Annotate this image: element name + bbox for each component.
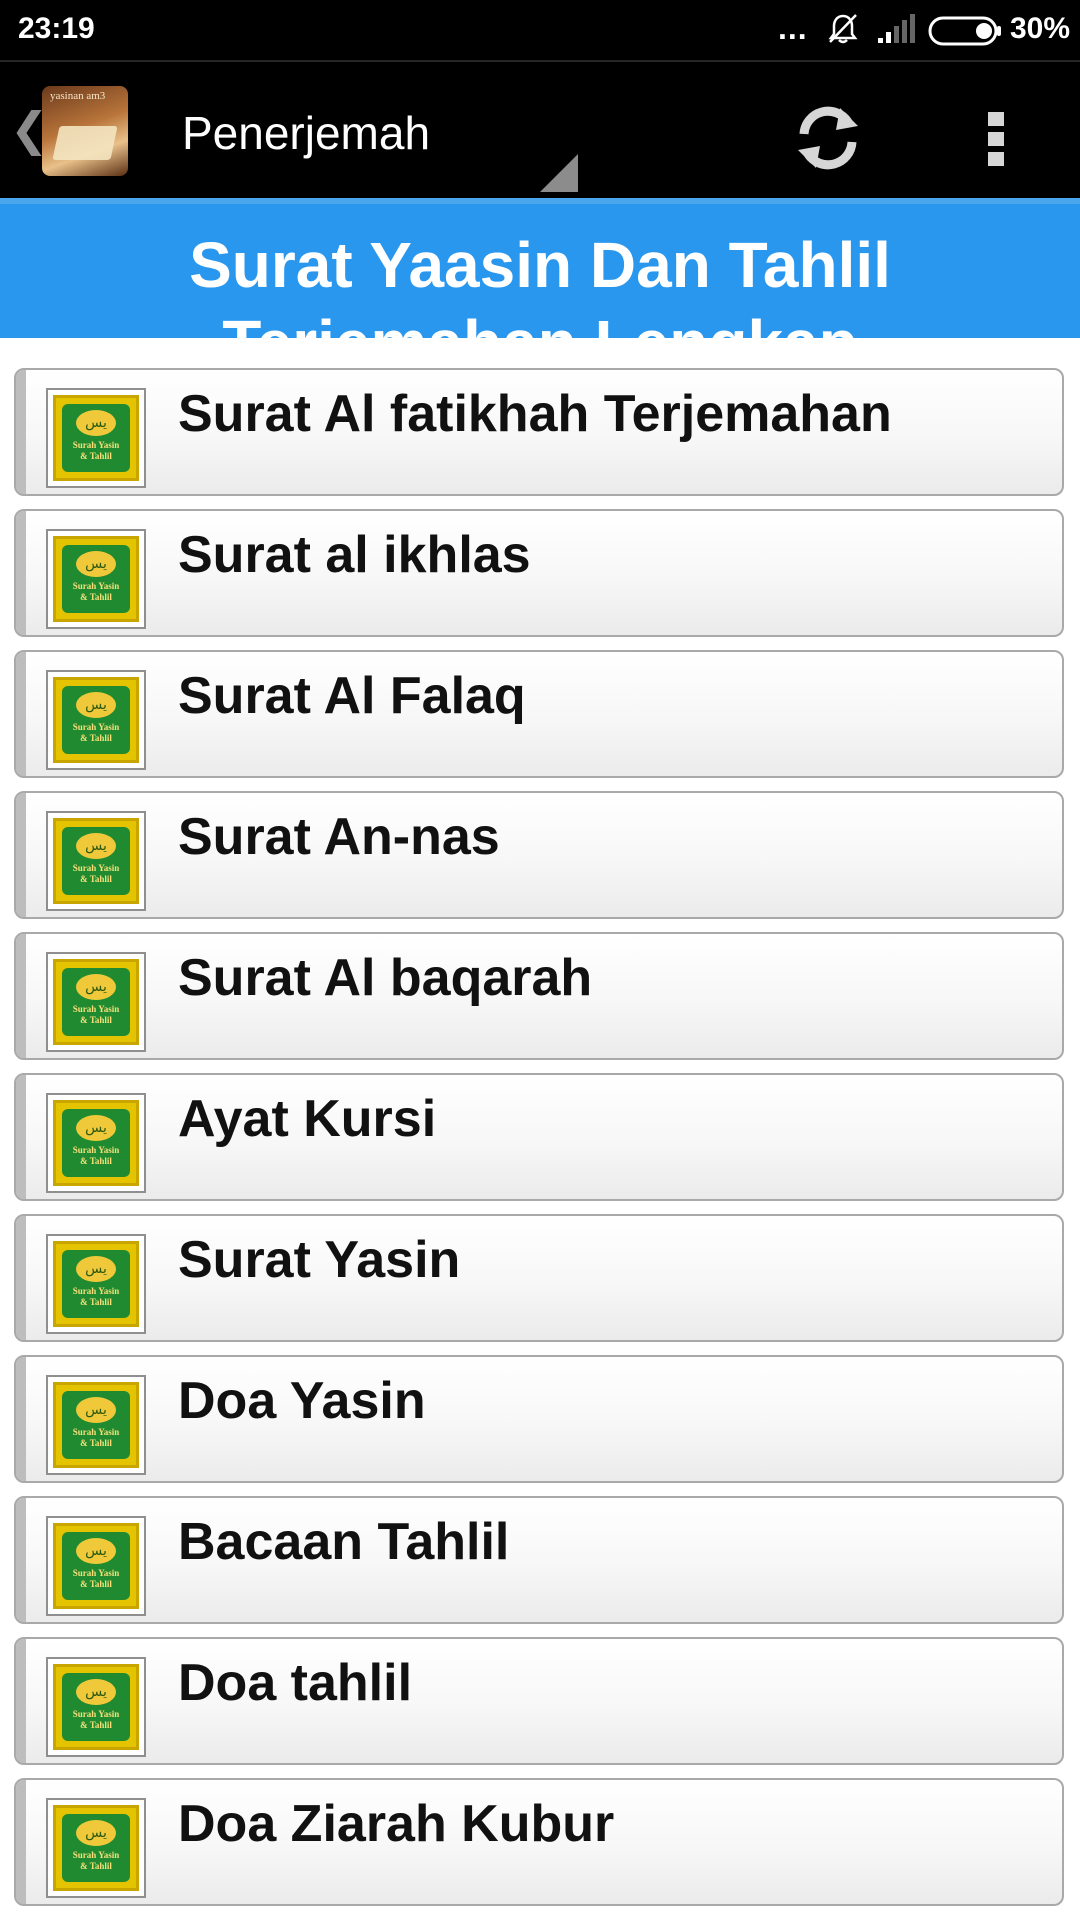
surah-thumbnail: يس Surah Yasin & Tahlil <box>46 529 146 629</box>
surah-thumbnail: يس Surah Yasin & Tahlil <box>46 388 146 488</box>
yasin-emblem-icon: يس Surah Yasin & Tahlil <box>53 677 139 763</box>
yasin-emblem-icon: يس Surah Yasin & Tahlil <box>53 395 139 481</box>
list-item[interactable]: يس Surah Yasin & Tahlil Ayat Kursi <box>14 1073 1064 1201</box>
list-item[interactable]: يس Surah Yasin & Tahlil Surat An-nas <box>14 791 1064 919</box>
yasin-emblem-icon: يس Surah Yasin & Tahlil <box>53 1241 139 1327</box>
action-bar: ❮ yasinan am3 Penerjemah <box>0 60 1080 200</box>
yasin-emblem-icon: يس Surah Yasin & Tahlil <box>53 1805 139 1891</box>
list-item-label: Surat Al fatikhah Terjemahan <box>178 385 892 443</box>
yasin-emblem-icon: يس Surah Yasin & Tahlil <box>53 1100 139 1186</box>
list-item-label: Doa tahlil <box>178 1654 413 1712</box>
list-item-label: Surat al ikhlas <box>178 526 531 584</box>
page-title[interactable]: Penerjemah <box>182 106 430 160</box>
muted-bell-icon <box>826 12 860 51</box>
yasin-emblem-icon: يس Surah Yasin & Tahlil <box>53 1664 139 1750</box>
list-item-label: Surat An-nas <box>178 808 500 866</box>
status-time: 23:19 <box>18 12 95 45</box>
status-bar: 23:19 ... 30% <box>0 0 1080 60</box>
list-item[interactable]: يس Surah Yasin & Tahlil Doa tahlil <box>14 1637 1064 1765</box>
notification-dots-icon: ... <box>778 10 808 46</box>
banner-title-line2: Terjemahan Lengkap <box>0 306 1080 338</box>
list-item[interactable]: يس Surah Yasin & Tahlil Surat Al fatikhah … <box>14 368 1064 496</box>
list-item[interactable]: يس Surah Yasin & Tahlil Surat al ikhlas <box>14 509 1064 637</box>
surah-thumbnail: يس Surah Yasin & Tahlil <box>46 1234 146 1334</box>
list-item[interactable]: يس Surah Yasin & Tahlil Surat Al Falaq <box>14 650 1064 778</box>
yasin-emblem-icon: يس Surah Yasin & Tahlil <box>53 959 139 1045</box>
overflow-menu-button[interactable] <box>980 98 1014 178</box>
yasin-emblem-icon: يس Surah Yasin & Tahlil <box>53 1382 139 1468</box>
app-logo-caption: yasinan am3 <box>50 90 106 102</box>
dropdown-triangle-icon[interactable] <box>540 154 578 197</box>
yasin-emblem-icon: يس Surah Yasin & Tahlil <box>53 536 139 622</box>
list-item-label: Bacaan Tahlil <box>178 1513 510 1571</box>
surah-thumbnail: يس Surah Yasin & Tahlil <box>46 1375 146 1475</box>
surah-thumbnail: يس Surah Yasin & Tahlil <box>46 1516 146 1616</box>
signal-icon <box>876 14 916 49</box>
list-item[interactable]: يس Surah Yasin & Tahlil Bacaan Tahlil <box>14 1496 1064 1624</box>
surah-thumbnail: يس Surah Yasin & Tahlil <box>46 1657 146 1757</box>
refresh-icon <box>798 106 858 170</box>
battery-icon <box>928 16 1002 51</box>
surah-thumbnail: يس Surah Yasin & Tahlil <box>46 1093 146 1193</box>
list-item-label: Surat Al baqarah <box>178 949 593 1007</box>
yasin-emblem-icon: يس Surah Yasin & Tahlil <box>53 1523 139 1609</box>
overflow-menu-icon <box>988 112 1004 166</box>
app-logo[interactable]: yasinan am3 <box>42 86 128 176</box>
surah-thumbnail: يس Surah Yasin & Tahlil <box>46 670 146 770</box>
list-item[interactable]: يس Surah Yasin & Tahlil Doa Yasin <box>14 1355 1064 1483</box>
banner-title-line1: Surat Yaasin Dan Tahlil <box>189 229 891 301</box>
list-item-label: Ayat Kursi <box>178 1090 437 1148</box>
yasin-emblem-icon: يس Surah Yasin & Tahlil <box>53 818 139 904</box>
list-item-label: Doa Yasin <box>178 1372 426 1430</box>
list-item[interactable]: يس Surah Yasin & Tahlil Surat Yasin <box>14 1214 1064 1342</box>
book-icon <box>52 126 118 160</box>
surah-thumbnail: يس Surah Yasin & Tahlil <box>46 811 146 911</box>
title-banner: Surat Yaasin Dan Tahlil Terjemahan Lengk… <box>0 204 1080 338</box>
list-item[interactable]: يس Surah Yasin & Tahlil Surat Al baqarah <box>14 932 1064 1060</box>
surah-thumbnail: يس Surah Yasin & Tahlil <box>46 1798 146 1898</box>
list-item-label: Surat Al Falaq <box>178 667 526 725</box>
list-item-label: Surat Yasin <box>178 1231 461 1289</box>
refresh-button[interactable] <box>788 98 868 178</box>
list-item-label: Doa Ziarah Kubur <box>178 1795 615 1853</box>
surah-thumbnail: يس Surah Yasin & Tahlil <box>46 952 146 1052</box>
battery-percent: 30% <box>1010 12 1071 45</box>
list-item[interactable]: يس Surah Yasin & Tahlil Doa Ziarah Kubur <box>14 1778 1064 1906</box>
